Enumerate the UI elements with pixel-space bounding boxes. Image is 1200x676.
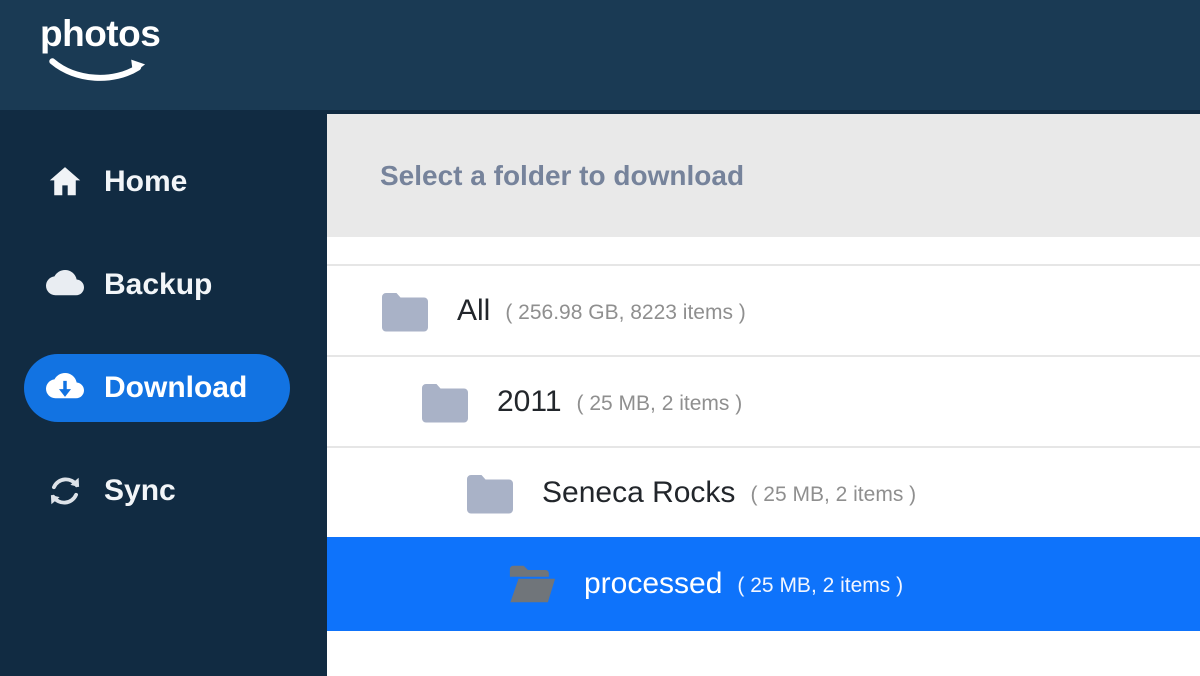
folder-name: 2011 xyxy=(497,385,562,419)
folder-meta: ( 25 MB, 2 items ) xyxy=(750,479,916,507)
folder-name: All xyxy=(457,294,490,328)
sidebar-item-home[interactable]: Home xyxy=(24,148,290,216)
home-icon xyxy=(45,162,85,202)
sync-icon xyxy=(45,471,85,511)
cloud-icon xyxy=(45,265,85,305)
folder-list: All ( 256.98 GB, 8223 items ) 2011 ( 25 … xyxy=(327,237,1200,676)
panel-title: Select a folder to download xyxy=(380,160,744,192)
folder-meta: ( 256.98 GB, 8223 items ) xyxy=(505,297,745,325)
folder-meta: ( 25 MB, 2 items ) xyxy=(577,388,743,416)
sidebar-item-label: Sync xyxy=(104,474,176,508)
list-spacer xyxy=(327,237,1200,264)
top-bar: photos xyxy=(0,0,1200,110)
folder-row-seneca-rocks[interactable]: Seneca Rocks ( 25 MB, 2 items ) xyxy=(327,446,1200,537)
folder-name: Seneca Rocks xyxy=(542,476,735,510)
folder-row-2011[interactable]: 2011 ( 25 MB, 2 items ) xyxy=(327,355,1200,446)
amazon-photos-logo: photos xyxy=(40,14,160,83)
body-split: Home Backup Download xyxy=(0,110,1200,676)
sidebar-item-label: Home xyxy=(104,165,187,199)
sidebar-item-label: Backup xyxy=(104,268,212,302)
amazon-smile-icon xyxy=(44,57,156,83)
panel-header: Select a folder to download xyxy=(327,114,1200,237)
main-panel: Select a folder to download All ( 256.98… xyxy=(327,110,1200,676)
folder-icon xyxy=(420,379,470,425)
folder-name: processed xyxy=(584,567,722,601)
logo-text: photos xyxy=(40,14,160,55)
sidebar-item-label: Download xyxy=(104,371,247,405)
folder-row-processed[interactable]: processed ( 25 MB, 2 items ) xyxy=(327,537,1200,631)
sidebar-item-sync[interactable]: Sync xyxy=(24,457,290,525)
sidebar-item-backup[interactable]: Backup xyxy=(24,251,290,319)
folder-icon xyxy=(380,288,430,334)
cloud-download-icon xyxy=(45,368,85,408)
app-window: photos Home Backup xyxy=(0,0,1200,676)
folder-icon xyxy=(465,470,515,516)
sidebar: Home Backup Download xyxy=(0,110,327,676)
sidebar-item-download[interactable]: Download xyxy=(24,354,290,422)
folder-meta: ( 25 MB, 2 items ) xyxy=(737,570,903,598)
open-folder-icon xyxy=(507,561,557,607)
folder-row-all[interactable]: All ( 256.98 GB, 8223 items ) xyxy=(327,264,1200,355)
